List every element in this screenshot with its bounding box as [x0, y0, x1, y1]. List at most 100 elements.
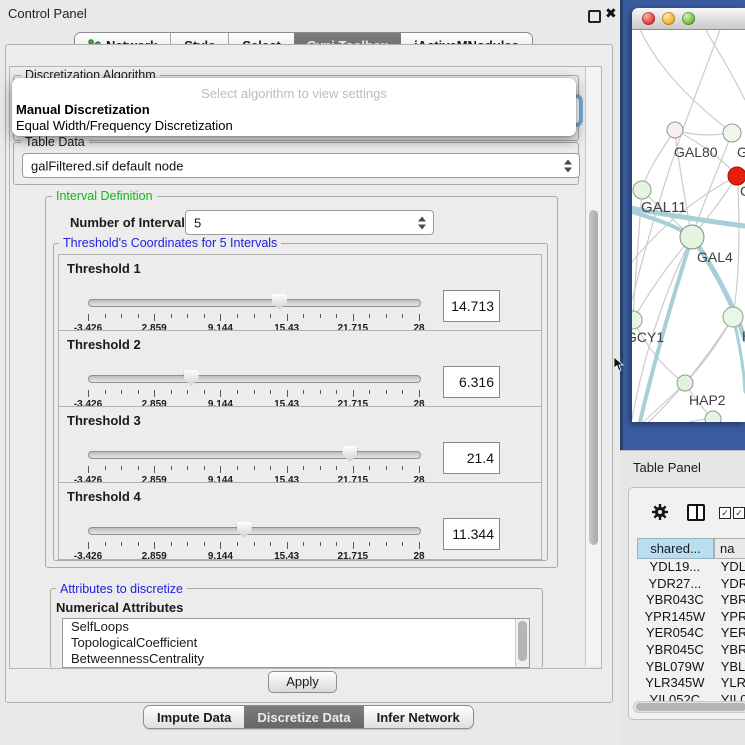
table-row[interactable]: YIL052CYIL0	[637, 692, 745, 701]
tick-mark	[402, 314, 403, 318]
slider-thumb[interactable]	[237, 522, 252, 538]
network-node[interactable]	[723, 124, 741, 142]
popup-hint: Select algorithm to view settings	[12, 86, 576, 101]
scrollbar-thumb[interactable]	[589, 210, 598, 545]
popup-option-equal-width[interactable]: Equal Width/Frequency Discretization	[16, 118, 233, 133]
axis-labels: -3.4262.8599.14415.4321.71528	[88, 551, 419, 563]
threshold-label: Threshold 4	[67, 489, 141, 504]
table-cell: YER054C	[637, 625, 713, 642]
slider-track[interactable]	[88, 299, 421, 307]
number-of-intervals-combobox[interactable]: 5	[185, 210, 434, 235]
traffic-light-close-icon[interactable]	[642, 12, 655, 25]
slider-track[interactable]	[88, 375, 421, 383]
node-label-gcy1: GCY1	[632, 329, 664, 345]
checkbox-icon[interactable]: ✓	[719, 507, 731, 519]
network-node-pink[interactable]	[667, 122, 683, 138]
tab-label: Impute Data	[157, 707, 231, 728]
tab-discretize-data[interactable]: Discretize Data	[244, 706, 363, 728]
table-row[interactable]: YBR045CYBR0	[637, 642, 745, 659]
float-window-button[interactable]	[588, 10, 601, 23]
content-scrollbar[interactable]	[585, 67, 601, 666]
interval-definition-group-label: Interval Definition	[52, 189, 157, 203]
threshold-label: Threshold 1	[67, 261, 141, 276]
table-panel-title: Table Panel	[633, 460, 701, 475]
threshold-value-input[interactable]	[443, 442, 500, 474]
network-node-hap2[interactable]	[677, 375, 693, 391]
slider: -3.4262.8599.14415.4321.71528	[88, 369, 419, 405]
network-node[interactable]	[705, 411, 721, 422]
tick-mark	[204, 542, 205, 546]
popup-option-manual[interactable]: Manual Discretization	[16, 102, 150, 117]
table-data-combobox[interactable]: galFiltered.sif default node	[22, 153, 580, 178]
scrollbar-thumb[interactable]	[518, 621, 527, 661]
numerical-attributes-list[interactable]: SelfLoopsTopologicalCoefficientBetweenne…	[62, 618, 530, 668]
column-header-name[interactable]: na	[714, 538, 745, 559]
tick-mark	[154, 542, 155, 549]
table-cell: YDR2	[713, 576, 745, 593]
tab-infer-network[interactable]: Infer Network	[364, 706, 473, 728]
network-node-gal11[interactable]	[633, 181, 651, 199]
list-item[interactable]: BetweennessCentrality	[63, 651, 529, 667]
threshold-box-3: Threshold 3 -3.4262.8599.14415.4321.7152…	[58, 406, 542, 484]
list-item[interactable]: TopologicalCoefficient	[63, 635, 529, 651]
apply-button[interactable]: Apply	[268, 671, 337, 693]
traffic-light-minimize-icon[interactable]	[662, 12, 675, 25]
tick-mark	[204, 390, 205, 394]
gear-icon[interactable]	[651, 503, 669, 521]
column-header-shared[interactable]: shared...	[637, 538, 714, 559]
tick-mark	[88, 390, 89, 397]
tick-mark	[220, 314, 221, 321]
axis-tick-label: 21.715	[338, 551, 369, 562]
axis-tick-label: 2.859	[142, 551, 167, 562]
table-row[interactable]: YPR145WYPR1	[637, 609, 745, 626]
table-row[interactable]: YLR345WYLR3	[637, 675, 745, 692]
tick-mark	[171, 542, 172, 546]
slider-thumb[interactable]	[342, 446, 357, 462]
close-icon[interactable]: ✖	[605, 5, 617, 22]
tick-mark	[402, 390, 403, 394]
horizontal-scrollbar[interactable]	[633, 701, 745, 713]
tick-mark	[303, 466, 304, 470]
tick-mark	[336, 390, 337, 394]
slider: -3.4262.8599.14415.4321.71528	[88, 521, 419, 557]
slider-track[interactable]	[88, 527, 421, 535]
combo-spinner-icon[interactable]	[418, 216, 426, 229]
traffic-light-zoom-icon[interactable]	[682, 12, 695, 25]
tick-mark	[287, 390, 288, 397]
network-canvas[interactable]: GAL80 GA C GAL11 GAL4 GCY1 H HAP2	[632, 30, 745, 422]
table-row[interactable]: YER054CYER0	[637, 625, 745, 642]
threshold-value-input[interactable]	[443, 290, 500, 322]
tick-mark	[369, 390, 370, 394]
network-node-gal4[interactable]	[680, 225, 704, 249]
slider-thumb[interactable]	[184, 370, 199, 386]
table-row[interactable]: YBL079WYBL0	[637, 659, 745, 676]
list-item[interactable]: SelfLoops	[63, 619, 529, 635]
tick-mark	[88, 466, 89, 473]
table-row[interactable]: YBR043CYBR0	[637, 592, 745, 609]
tick-mark	[171, 314, 172, 318]
tab-impute-data[interactable]: Impute Data	[144, 706, 244, 728]
checkbox-icon[interactable]: ✓	[733, 507, 745, 519]
threshold-value-input[interactable]	[443, 366, 500, 398]
network-node-gcy1[interactable]	[632, 311, 642, 329]
list-scrollbar[interactable]	[515, 619, 529, 667]
scrollbar-thumb[interactable]	[636, 703, 745, 711]
tab-label: Infer Network	[377, 707, 460, 728]
tick-mark	[419, 390, 420, 397]
tick-mark	[353, 314, 354, 321]
table-cell: YDL19...	[637, 559, 713, 576]
tick-mark	[138, 542, 139, 546]
table-cell: YPR1	[713, 609, 745, 626]
tick-mark	[320, 314, 321, 318]
slider-track[interactable]	[88, 451, 421, 459]
table-row[interactable]: YDL19...YDL1	[637, 559, 745, 576]
table-row[interactable]: YDR27...YDR2	[637, 576, 745, 593]
network-node[interactable]	[723, 307, 743, 327]
window-titlebar[interactable]	[632, 8, 745, 30]
threshold-value-input[interactable]	[443, 518, 500, 550]
combo-spinner-icon[interactable]	[564, 159, 572, 172]
slider-thumb[interactable]	[272, 294, 287, 310]
tick-mark	[187, 542, 188, 546]
attributes-group-label: Attributes to discretize	[56, 582, 187, 596]
split-view-icon[interactable]	[687, 504, 705, 521]
